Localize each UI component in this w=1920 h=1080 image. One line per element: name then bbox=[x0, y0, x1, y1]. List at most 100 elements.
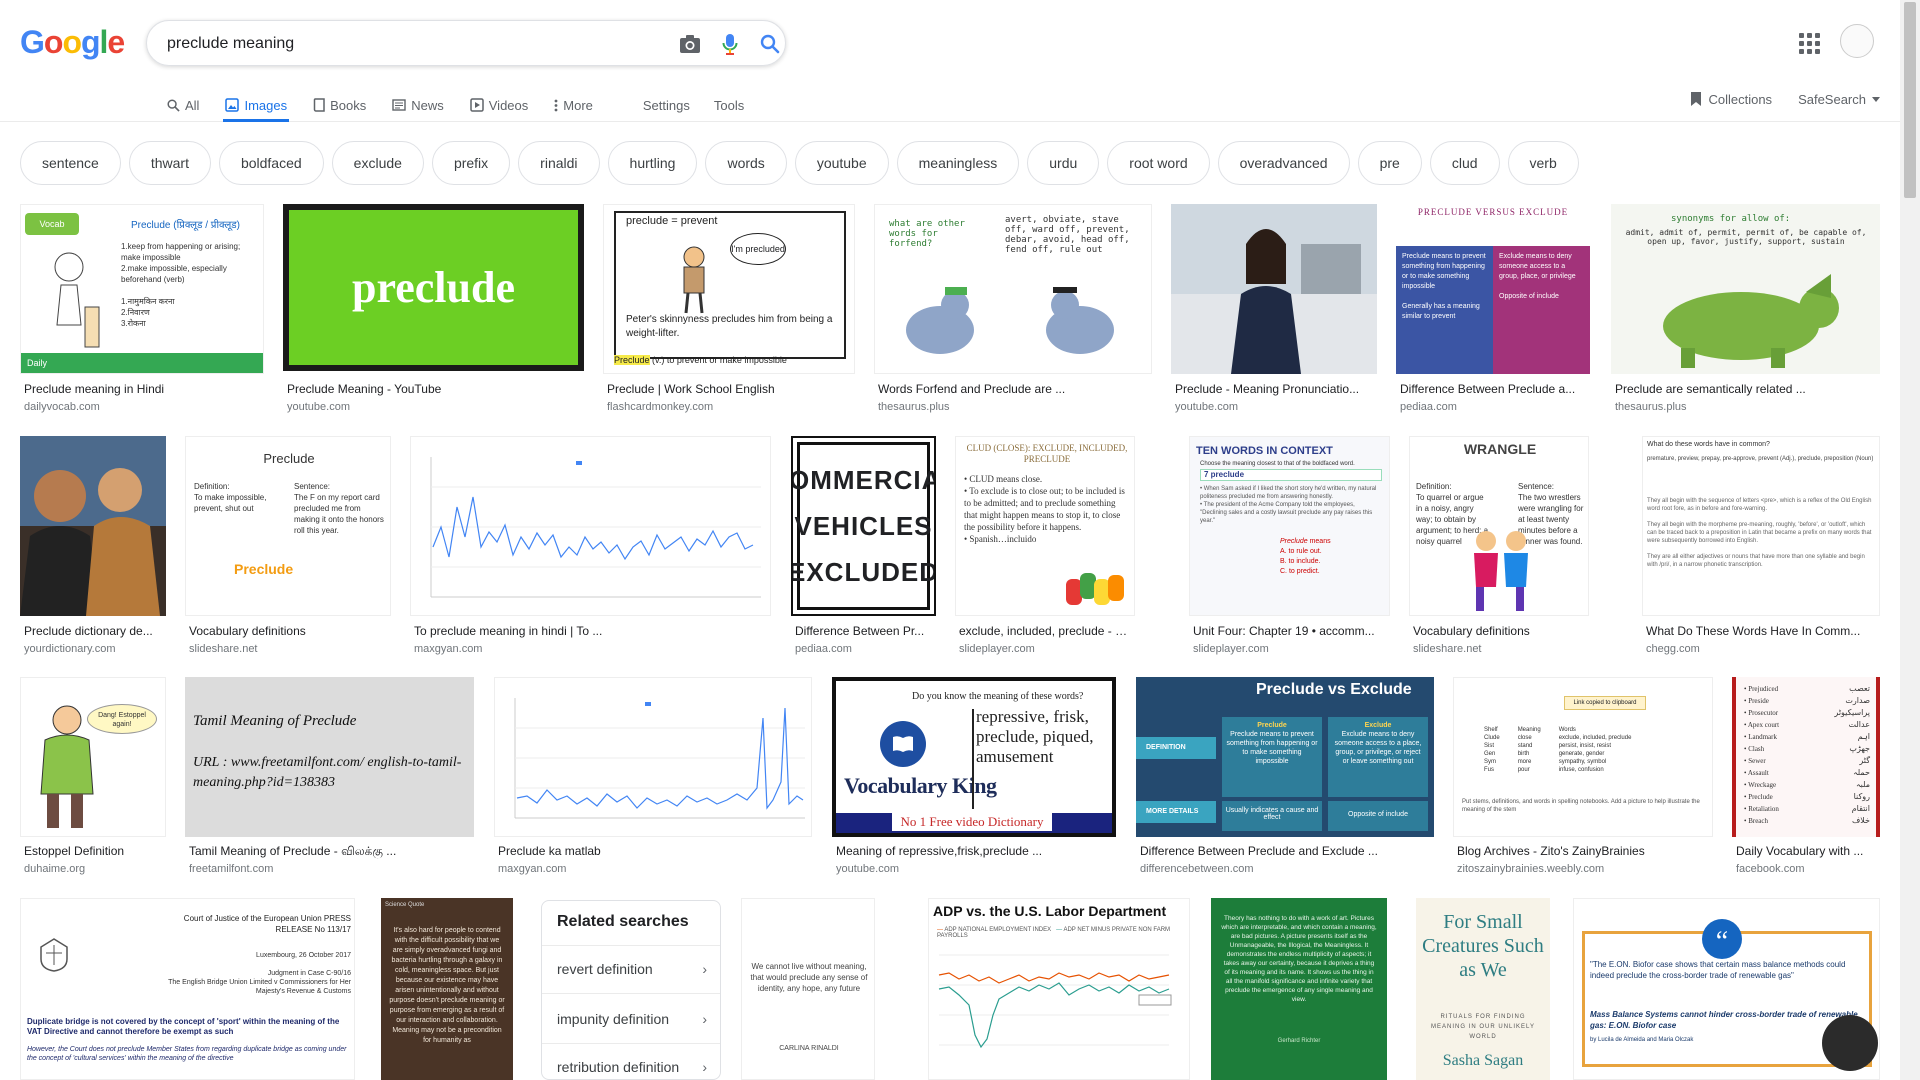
result-image-text: what are other words for forfend? bbox=[889, 219, 965, 249]
image-result[interactable]: For Small Creatures Such as We RITUALS F… bbox=[1416, 898, 1550, 1080]
result-title: Blog Archives - Zito's ZainyBrainies bbox=[1457, 844, 1645, 858]
suggestion-chip[interactable]: exclude bbox=[331, 141, 424, 185]
page-scrollbar[interactable] bbox=[1900, 0, 1920, 1080]
image-result[interactable]: Court of Justice of the European Union P… bbox=[20, 898, 355, 1080]
result-title: Difference Between Preclude and Exclude … bbox=[1140, 844, 1378, 858]
suggestion-chip[interactable]: boldfaced bbox=[218, 141, 324, 185]
suggestion-chip[interactable]: youtube bbox=[794, 141, 889, 185]
related-search-item[interactable]: impunity definition › bbox=[557, 1007, 707, 1031]
microphone-icon[interactable] bbox=[717, 31, 743, 57]
result-thumbnail: What do these words have in common? prem… bbox=[1642, 436, 1880, 616]
avatar[interactable] bbox=[1840, 24, 1874, 58]
result-title: What Do These Words Have In Comm... bbox=[1646, 624, 1861, 638]
image-result[interactable]: • Prejudiced • Preside • Prosecutor • Apex … bbox=[1732, 677, 1880, 882]
suggestion-chip[interactable]: verb bbox=[1507, 141, 1579, 185]
result-source: thesaurus.plus bbox=[878, 401, 950, 413]
tools-link[interactable]: Tools bbox=[714, 88, 744, 122]
result-title: Preclude | Work School English bbox=[607, 382, 775, 396]
image-result[interactable]: Preclude vs Exclude Preclude Preclude mea… bbox=[1136, 677, 1434, 882]
related-search-item[interactable]: revert definition › bbox=[557, 957, 707, 981]
result-thumbnail: Preclude vs Exclude Preclude Preclude mea… bbox=[1136, 677, 1434, 837]
image-result[interactable]: what are other words for forfend? avert,… bbox=[874, 204, 1152, 420]
suggestion-chip[interactable]: overadvanced bbox=[1217, 141, 1350, 185]
image-result[interactable]: Link copied to clipboard Shelf Clude Sist G… bbox=[1453, 677, 1713, 882]
image-result[interactable]: COMMERCIAL VEHICLES EXCLUDED Difference … bbox=[791, 436, 936, 660]
image-result[interactable]: To preclude meaning in hindi | To ... ma… bbox=[410, 436, 771, 660]
related-search-item[interactable]: retribution definition › bbox=[557, 1055, 707, 1079]
image-result[interactable]: Tamil Meaning of Preclude URL : www.free… bbox=[185, 677, 474, 882]
suggestion-chip[interactable]: urdu bbox=[1027, 141, 1100, 185]
suggestion-chip[interactable]: clud bbox=[1429, 141, 1500, 185]
image-result[interactable]: “ "The E.ON. Biofor case shows that cert… bbox=[1573, 898, 1880, 1080]
result-thumbnail: TEN WORDS IN CONTEXT Choose the meaning … bbox=[1189, 436, 1390, 616]
image-result[interactable]: preclude = prevent I'm precluded Peter's… bbox=[603, 204, 855, 420]
result-thumbnail: synonyms for allow of: admit, admit of, … bbox=[1611, 204, 1880, 374]
search-icon[interactable] bbox=[757, 31, 783, 57]
tab-all[interactable]: All bbox=[165, 88, 201, 122]
result-source: pediaa.com bbox=[795, 643, 852, 655]
camera-icon[interactable] bbox=[677, 31, 703, 57]
image-result[interactable]: Dang! Estoppel again! Estoppel Definitio… bbox=[20, 677, 166, 882]
image-result[interactable]: Science Quote It's also hard for people … bbox=[381, 898, 513, 1080]
logo-letter: o bbox=[62, 24, 82, 60]
caret-down-icon bbox=[1872, 96, 1880, 102]
suggestion-chip[interactable]: meaningless bbox=[896, 141, 1020, 185]
image-result[interactable]: Do you know the meaning of these words? … bbox=[832, 677, 1116, 882]
image-result[interactable]: What do these words have in common? prem… bbox=[1642, 436, 1880, 660]
tab-videos[interactable]: Videos bbox=[468, 88, 531, 122]
search-box[interactable] bbox=[146, 20, 786, 66]
image-result[interactable]: TEN WORDS IN CONTEXT Choose the meaning … bbox=[1189, 436, 1390, 660]
image-result[interactable]: Vocab Preclude (प्रिक्लूड / प्रीक्लूड) 1… bbox=[20, 204, 264, 420]
result-image-text: For Small Creatures Such as We bbox=[1422, 911, 1544, 981]
google-logo[interactable]: Google bbox=[20, 24, 125, 61]
suggestion-chip[interactable]: sentence bbox=[20, 141, 121, 185]
image-result[interactable]: synonyms for allow of: admit, admit of, … bbox=[1611, 204, 1880, 420]
result-source: youtube.com bbox=[1175, 401, 1238, 413]
tab-images[interactable]: Images bbox=[223, 88, 289, 122]
image-result[interactable]: ADP vs. the U.S. Labor Department — ADP … bbox=[928, 898, 1190, 1080]
safesearch-link[interactable]: SafeSearch bbox=[1798, 92, 1866, 107]
image-result[interactable]: Preclude ka matlab maxgyan.com bbox=[494, 677, 812, 882]
image-result[interactable]: Preclude dictionary de... yourdictionary… bbox=[20, 436, 166, 660]
apps-grid-icon[interactable] bbox=[1796, 30, 1820, 54]
result-image-text: "The E.ON. Biofor case shows that certai… bbox=[1590, 960, 1846, 980]
result-source: maxgyan.com bbox=[498, 863, 567, 875]
image-result[interactable]: WRANGLE Definition: To quarrel or argue i… bbox=[1409, 436, 1589, 660]
tab-news[interactable]: News bbox=[390, 88, 446, 122]
image-result[interactable]: Preclude Definition: To make impossible, … bbox=[185, 436, 391, 660]
image-result[interactable]: preclude Preclude Meaning - YouTube yout… bbox=[283, 204, 584, 420]
image-result[interactable]: Preclude - Meaning Pronunciatio... youtu… bbox=[1171, 204, 1377, 420]
suggestion-chip[interactable]: root word bbox=[1107, 141, 1210, 185]
tab-label: News bbox=[411, 97, 444, 113]
suggestion-chip[interactable]: words bbox=[705, 141, 787, 185]
result-title: Preclude meaning in Hindi bbox=[24, 382, 165, 396]
result-thumbnail: Dang! Estoppel again! bbox=[20, 677, 166, 837]
result-image-text: preclude bbox=[352, 263, 515, 312]
result-source: youtube.com bbox=[287, 401, 350, 413]
scrollbar-thumb[interactable] bbox=[1904, 2, 1916, 198]
suggestion-chip[interactable]: hurtling bbox=[607, 141, 698, 185]
header: Google All Images Books News bbox=[0, 0, 1900, 122]
video-icon bbox=[470, 98, 484, 112]
image-result[interactable]: Theory has nothing to do with a work of … bbox=[1211, 898, 1387, 1080]
result-image-text: Preclude (प्रिक्लूड / प्रीक्लूड) bbox=[131, 220, 240, 231]
tab-more[interactable]: More bbox=[552, 88, 595, 122]
result-thumbnail: preclude = prevent I'm precluded Peter's… bbox=[603, 204, 855, 374]
suggestion-chip[interactable]: pre bbox=[1357, 141, 1422, 185]
search-input[interactable] bbox=[167, 32, 637, 56]
tab-books[interactable]: Books bbox=[311, 88, 368, 122]
image-result[interactable]: We cannot live without meaning, that wou… bbox=[741, 898, 875, 1080]
suggestion-chip[interactable]: rinaldi bbox=[518, 141, 600, 185]
result-thumbnail: Link copied to clipboard Shelf Clude Sist G… bbox=[1453, 677, 1713, 837]
image-result[interactable]: PRECLUDE VERSUS EXCLUDE Preclude means t… bbox=[1396, 204, 1590, 420]
image-result[interactable]: CLUD (CLOSE): EXCLUDE, INCLUDED, PRECLUD… bbox=[955, 436, 1135, 660]
result-source: slideplayer.com bbox=[959, 643, 1035, 655]
suggestion-chip[interactable]: thwart bbox=[128, 141, 211, 185]
collections-link[interactable]: Collections bbox=[1708, 92, 1772, 107]
result-source: facebook.com bbox=[1736, 863, 1805, 875]
result-image-text: COMMERCIAL VEHICLES EXCLUDED bbox=[791, 465, 936, 587]
settings-link[interactable]: Settings bbox=[643, 88, 690, 122]
tamil-url-text: URL : www.freetamilfont.com/ english-to-… bbox=[193, 755, 462, 790]
divider bbox=[542, 993, 720, 994]
suggestion-chip[interactable]: prefix bbox=[431, 141, 511, 185]
